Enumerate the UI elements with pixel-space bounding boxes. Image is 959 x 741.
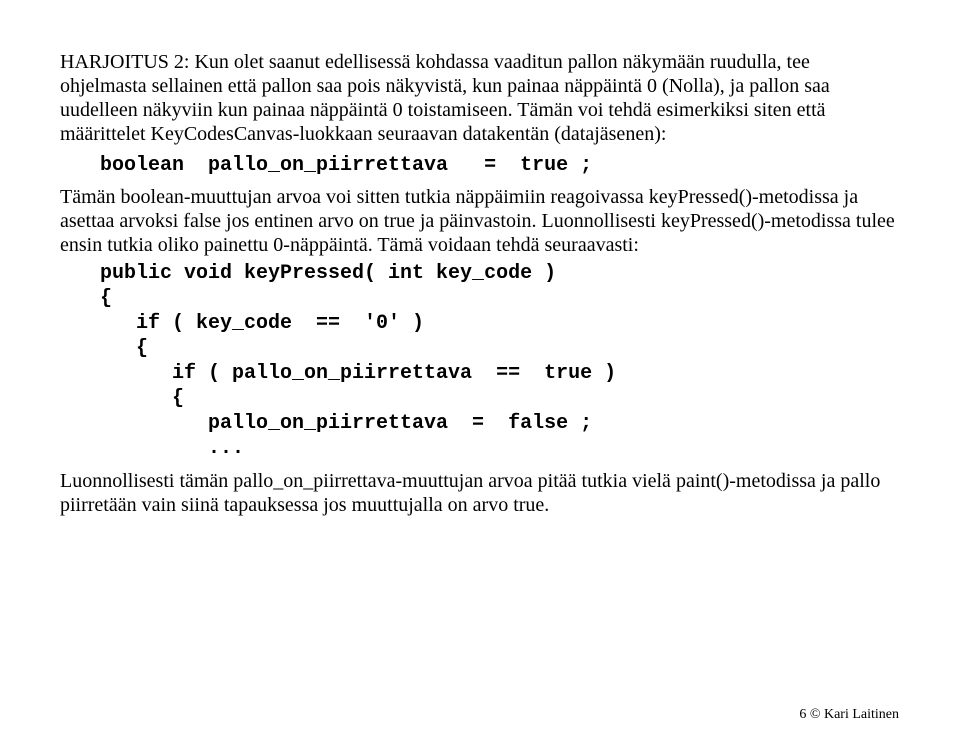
page-footer: 6 © Kari Laitinen [799,707,899,723]
paragraph-3: Luonnollisesti tämän pallo_on_piirrettav… [60,469,899,517]
code-line-declaration: boolean pallo_on_piirrettava = true ; [100,154,899,177]
paragraph-1: HARJOITUS 2: Kun olet saanut edellisessä… [60,50,899,146]
paragraph-2: Tämän boolean-muuttujan arvoa voi sitten… [60,185,899,257]
code-block-keypressed: public void keyPressed( int key_code ) {… [100,261,899,461]
